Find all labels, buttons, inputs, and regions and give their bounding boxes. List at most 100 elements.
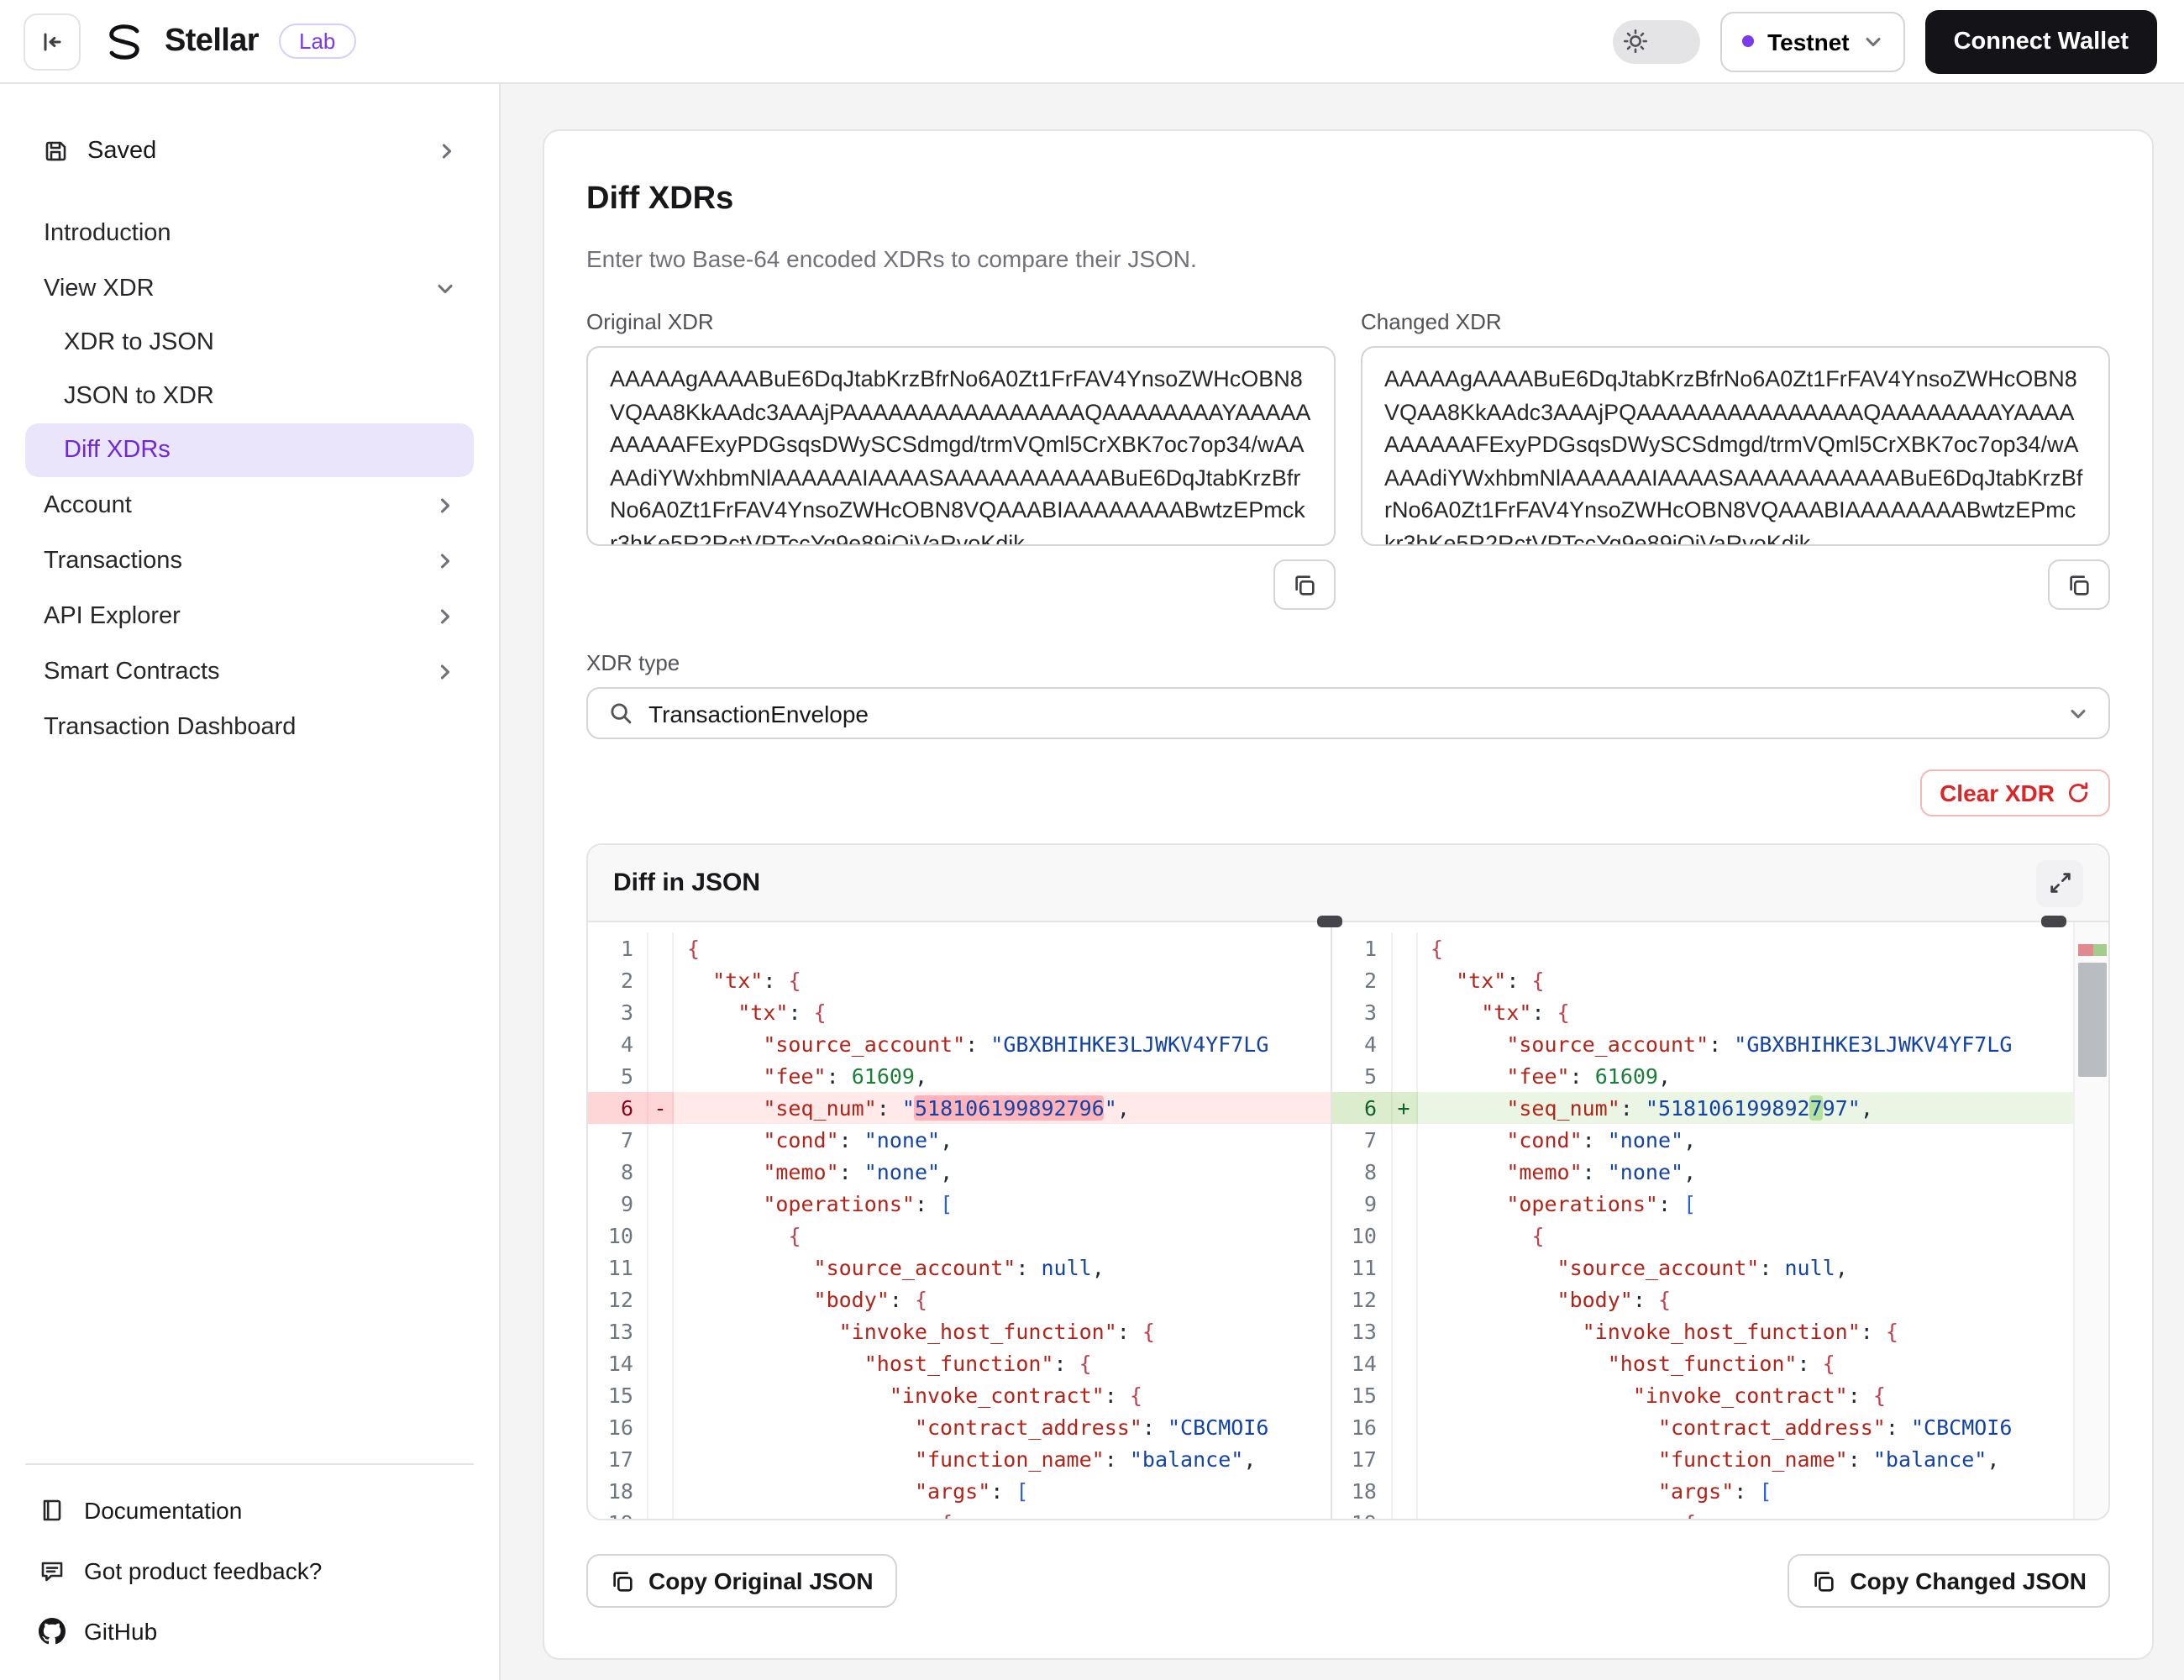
diff-line: 16 "contract_address": "CBCMOI6 [1331, 1411, 2073, 1443]
nav-label: View XDR [44, 275, 155, 302]
json-actions: Copy Original JSON Copy Changed JSON [586, 1554, 2110, 1608]
original-xdr-input[interactable]: AAAAAgAAAABuE6DqJtabKrzBfrNo6A0Zt1FrFAV4… [586, 346, 1336, 546]
original-xdr-column: Original XDR AAAAAgAAAABuE6DqJtabKrzBfrN… [586, 309, 1336, 610]
network-status-dot [1742, 35, 1754, 47]
saved-icon [42, 138, 69, 165]
sidebar-item-view-xdr[interactable]: View XDR [25, 260, 474, 316]
stellar-lab-home-link[interactable]: Stellar Lab [99, 16, 355, 66]
top-bar-actions: Testnet Connect Wallet [1613, 9, 2157, 73]
github-link[interactable]: GitHub [25, 1606, 474, 1656]
diff-line: 7 "cond": "none", [1331, 1124, 2073, 1156]
diff-line: 13 "invoke_host_function": { [588, 1315, 1330, 1347]
diff-line: 1{ [588, 932, 1330, 964]
xdr-type-select[interactable]: TransactionEnvelope [586, 687, 2110, 739]
saved-label: Saved [87, 138, 156, 165]
footer-label: GitHub [84, 1618, 157, 1645]
diff-xdrs-card: Diff XDRs Enter two Base-64 encoded XDRs… [543, 129, 2154, 1660]
chevron-right-icon [435, 661, 455, 681]
nav-label: Introduction [44, 219, 171, 246]
sidebar-item-transactions[interactable]: Transactions [25, 533, 474, 588]
theme-toggle[interactable] [1613, 19, 1700, 63]
refresh-icon [2066, 781, 2090, 805]
nav-label: Account [44, 491, 132, 518]
collapse-sidebar-icon [39, 28, 66, 55]
sidebar-item-xdr-to-json[interactable]: XDR to JSON [25, 316, 474, 370]
chevron-down-icon [1863, 31, 1883, 51]
diff-line: 4 "source_account": "GBXBHIHKE3LJWKV4YF7… [588, 1028, 1330, 1060]
v-scrollbar-thumb[interactable] [2078, 963, 2107, 1077]
diff-line: 17 "function_name": "balance", [588, 1443, 1330, 1475]
sidebar-item-account[interactable]: Account [25, 477, 474, 533]
h-scrollbar-thumb-original[interactable] [1316, 916, 1341, 927]
diff-line: 15 "invoke_contract": { [1331, 1379, 2073, 1411]
diff-line: 6+ "seq_num": "518106199892797", [1331, 1092, 2073, 1124]
nav-label: Smart Contracts [44, 658, 220, 685]
v-scrollbar[interactable] [2073, 922, 2108, 1519]
main-content: Diff XDRs Enter two Base-64 encoded XDRs… [501, 84, 2184, 1680]
chevron-right-icon [437, 141, 457, 161]
diff-line: 13 "invoke_host_function": { [1331, 1315, 2073, 1347]
diff-line: 11 "source_account": null, [588, 1252, 1330, 1284]
nav-label: Diff XDRs [64, 437, 171, 464]
connect-wallet-button[interactable]: Connect Wallet [1925, 9, 2157, 73]
diff-line: 10 { [1331, 1220, 2073, 1252]
sidebar-item-api-explorer[interactable]: API Explorer [25, 588, 474, 643]
view-xdr-subnav: XDR to JSON JSON to XDR Diff XDRs [25, 316, 474, 477]
diff-line: 19 { [588, 1507, 1330, 1519]
footer-label: Documentation [84, 1497, 242, 1524]
copy-changed-xdr-button[interactable] [2048, 559, 2110, 610]
page-title: Diff XDRs [586, 181, 2110, 218]
diff-overview-marks [2078, 944, 2107, 956]
sun-icon [1623, 29, 1648, 54]
h-scrollbar-thumb-changed[interactable] [2041, 916, 2066, 927]
sidebar: Saved Introduction View XDR XDR t [0, 84, 501, 1680]
diff-line: 9 "operations": [ [588, 1188, 1330, 1220]
sidebar-item-json-to-xdr[interactable]: JSON to XDR [25, 370, 474, 423]
diff-line: 16 "contract_address": "CBCMOI6 [588, 1411, 1330, 1443]
network-selector[interactable]: Testnet [1720, 11, 1905, 71]
diff-json-panel: Diff in JSON 1{2 "tx": {3 "tx": {4 [586, 843, 2110, 1520]
diff-line: 3 "tx": { [588, 996, 1330, 1028]
network-label: Testnet [1767, 28, 1850, 55]
lab-badge: Lab [279, 24, 355, 59]
diff-line: 12 "body": { [1331, 1284, 2073, 1315]
diff-line: 1{ [1331, 932, 2073, 964]
chevron-down-icon [435, 278, 455, 298]
original-xdr-label: Original XDR [586, 309, 1336, 334]
diff-line: 15 "invoke_contract": { [588, 1379, 1330, 1411]
sidebar-item-diff-xdrs[interactable]: Diff XDRs [25, 423, 474, 477]
clear-xdr-label: Clear XDR [1940, 780, 2055, 806]
removed-mark [2078, 944, 2092, 956]
top-bar: Stellar Lab Testnet [0, 0, 2184, 84]
documentation-link[interactable]: Documentation [25, 1485, 474, 1536]
collapse-sidebar-button[interactable] [24, 13, 81, 70]
chevron-right-icon [435, 606, 455, 626]
changed-xdr-input[interactable]: AAAAAgAAAABuE6DqJtabKrzBfrNo6A0Zt1FrFAV4… [1361, 346, 2110, 546]
diff-panel-title: Diff in JSON [613, 869, 760, 897]
feedback-link[interactable]: Got product feedback? [25, 1546, 474, 1596]
diff-line: 8 "memo": "none", [1331, 1156, 2073, 1188]
diff-line: 7 "cond": "none", [588, 1124, 1330, 1156]
expand-diff-button[interactable] [2036, 859, 2083, 906]
diff-line: 5 "fee": 61609, [1331, 1060, 2073, 1092]
book-icon [39, 1497, 66, 1524]
copy-icon [1811, 1568, 1836, 1593]
diff-body: 1{2 "tx": {3 "tx": {4 "source_account": … [588, 922, 2108, 1519]
copy-changed-json-label: Copy Changed JSON [1850, 1567, 2087, 1594]
copy-icon [1292, 572, 1317, 597]
brand-name: Stellar [165, 23, 259, 60]
copy-original-xdr-button[interactable] [1273, 559, 1336, 610]
sidebar-item-transaction-dashboard[interactable]: Transaction Dashboard [25, 699, 474, 754]
sidebar-nav: Introduction View XDR XDR to JSON JSON t… [25, 205, 474, 754]
sidebar-footer: Documentation Got product feedback? [25, 1463, 474, 1656]
copy-changed-json-button[interactable]: Copy Changed JSON [1788, 1554, 2110, 1608]
copy-icon [2066, 572, 2092, 597]
sidebar-item-saved[interactable]: Saved [25, 118, 474, 185]
clear-xdr-button[interactable]: Clear XDR [1919, 769, 2110, 816]
chevron-right-icon [435, 550, 455, 570]
sidebar-item-introduction[interactable]: Introduction [25, 205, 474, 260]
copy-original-json-button[interactable]: Copy Original JSON [586, 1554, 897, 1608]
sidebar-spacer [25, 754, 474, 1463]
sidebar-item-smart-contracts[interactable]: Smart Contracts [25, 643, 474, 699]
diff-line: 18 "args": [ [1331, 1475, 2073, 1507]
